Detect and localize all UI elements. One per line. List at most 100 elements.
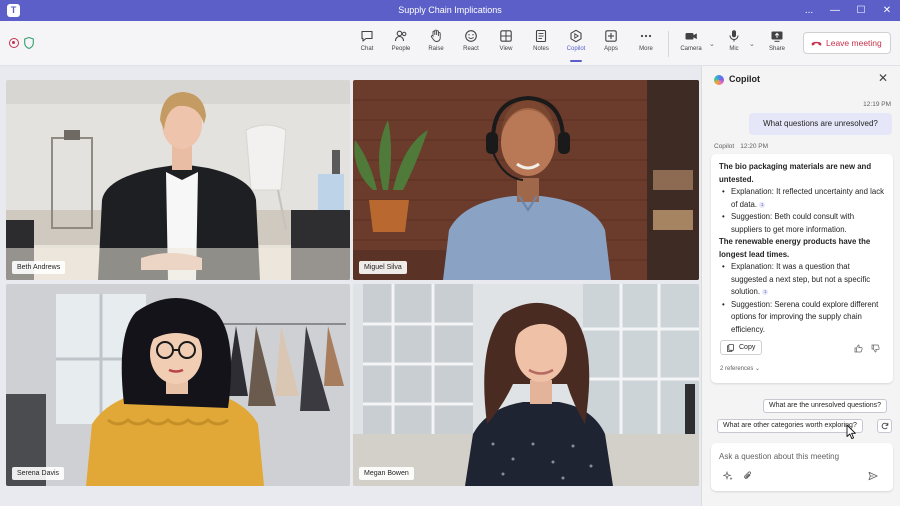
- answer-bullet-list: Explanation: It reflected uncertainty an…: [719, 186, 887, 236]
- toolbar-label: Mic: [729, 46, 739, 52]
- window-title-bar: T Supply Chain Implications ... — ☐ ✕: [0, 0, 900, 21]
- toolbar-react-button[interactable]: React: [454, 27, 488, 61]
- toolbar-camera-button[interactable]: Camera: [674, 27, 708, 61]
- window-close-icon[interactable]: ✕: [874, 0, 900, 21]
- react-smiley-icon: [465, 30, 477, 42]
- copy-icon: [727, 344, 734, 352]
- citation-marker[interactable]: 1: [759, 201, 766, 208]
- close-icon[interactable]: ✕: [878, 71, 888, 85]
- recording-icon[interactable]: [9, 38, 19, 48]
- toolbar-label: More: [639, 46, 653, 52]
- copilot-icon: [570, 29, 582, 43]
- leave-meeting-button[interactable]: Leave meeting: [803, 32, 891, 54]
- toolbar-more-button[interactable]: More: [629, 27, 663, 61]
- suggestion-chip[interactable]: What are other categories worth explorin…: [717, 419, 863, 433]
- participant-tile-serena[interactable]: Serena Davis: [6, 284, 350, 486]
- copilot-panel-title: Copilot: [729, 74, 760, 84]
- answer-bullet-list: Explanation: It was a question that sugg…: [719, 261, 887, 336]
- share-screen-icon: [771, 31, 783, 42]
- toolbar-copilot-button[interactable]: Copilot: [559, 27, 593, 62]
- answer-heading: The renewable energy products have the l…: [719, 237, 871, 259]
- toolbar-label: People: [391, 46, 411, 52]
- citation-marker[interactable]: 1: [762, 289, 769, 295]
- thumbs-up-icon[interactable]: [854, 344, 863, 353]
- window-more-icon[interactable]: ...: [796, 0, 822, 21]
- attach-paperclip-icon[interactable]: [743, 471, 753, 481]
- mic-options-chevron-icon[interactable]: ⌄: [749, 40, 755, 48]
- toolbar-divider: [668, 31, 669, 57]
- window-maximize-icon[interactable]: ☐: [848, 0, 874, 21]
- compose-box: [711, 443, 893, 491]
- toolbar-share-button[interactable]: Share: [760, 27, 794, 61]
- raise-hand-icon: [430, 29, 441, 42]
- toolbar-raise-button[interactable]: Raise: [419, 27, 453, 61]
- toolbar-label: Share: [768, 46, 785, 52]
- video-stage: Beth Andrews Miguel Silva Serena Davis M…: [0, 66, 700, 506]
- copy-button[interactable]: Copy: [720, 340, 762, 355]
- shield-icon[interactable]: [24, 37, 34, 49]
- window-minimize-icon[interactable]: —: [822, 0, 848, 21]
- apps-plus-icon: [605, 30, 617, 42]
- toolbar-label: Notes: [533, 46, 549, 52]
- answer-heading: The bio packaging materials are new and …: [719, 162, 872, 184]
- refresh-suggestions-button[interactable]: [877, 419, 892, 433]
- thumbs-down-icon[interactable]: [871, 344, 880, 353]
- toolbar-chat-button[interactable]: Chat: [350, 27, 384, 61]
- view-grid-icon: [500, 30, 512, 42]
- meeting-toolbar: Chat People Raise React View Notes Copil…: [0, 21, 900, 66]
- participant-name: Beth Andrews: [12, 261, 66, 274]
- toolbar-mic-button[interactable]: Mic: [717, 27, 751, 61]
- answer-bullet-text: Explanation: It was a question that sugg…: [731, 262, 871, 296]
- copilot-message-timestamp: 12:20 PM: [740, 143, 769, 150]
- camera-options-chevron-icon[interactable]: ⌄: [709, 40, 715, 48]
- participant-video: [6, 80, 350, 280]
- copilot-logo-icon: [714, 75, 724, 85]
- copilot-panel-header: Copilot ✕: [702, 66, 900, 94]
- participant-video: [6, 284, 350, 486]
- chevron-down-icon: ⌄: [755, 366, 761, 372]
- copy-label: Copy: [739, 344, 756, 351]
- copilot-author: Copilot: [714, 143, 735, 150]
- toolbar-label: View: [499, 46, 513, 52]
- participant-tile-miguel[interactable]: Miguel Silva: [353, 80, 699, 280]
- toolbar-label: Copilot: [566, 46, 586, 52]
- toolbar-label: React: [463, 46, 479, 52]
- references-toggle[interactable]: 2 references ⌄: [720, 363, 760, 376]
- answer-bullet-text: Explanation: It reflected uncertainty an…: [731, 187, 884, 209]
- toolbar-notes-button[interactable]: Notes: [524, 27, 558, 61]
- participant-tile-megan[interactable]: Megan Bowen: [353, 284, 699, 486]
- copilot-message-meta: Copilot 12:20 PM: [714, 143, 768, 150]
- refresh-icon: [881, 422, 889, 430]
- participant-video: [353, 284, 699, 486]
- mic-icon: [729, 30, 739, 42]
- answer-bullet: Suggestion: Beth could consult with supp…: [719, 211, 887, 236]
- chat-icon: [361, 30, 373, 42]
- toolbar-label: Apps: [604, 46, 618, 52]
- send-icon[interactable]: [868, 471, 878, 481]
- more-dots-icon: [640, 34, 652, 38]
- leave-meeting-label: Leave meeting: [826, 38, 882, 48]
- answer-bullet: Explanation: It was a question that sugg…: [719, 261, 887, 299]
- notes-icon: [535, 29, 547, 43]
- toolbar-apps-button[interactable]: Apps: [594, 27, 628, 61]
- participant-name: Megan Bowen: [359, 467, 414, 480]
- participant-name: Miguel Silva: [359, 261, 407, 274]
- phone-hangup-icon: [811, 41, 822, 46]
- participant-tile-beth[interactable]: Beth Andrews: [6, 80, 350, 280]
- toolbar-label: Raise: [428, 46, 444, 52]
- stage-bottom-bar: [0, 487, 700, 506]
- window-title: Supply Chain Implications: [398, 5, 502, 15]
- people-icon: [394, 30, 407, 42]
- participant-video: [353, 80, 699, 280]
- answer-bullet: Explanation: It reflected uncertainty an…: [719, 186, 887, 211]
- suggestion-chip[interactable]: What are the unresolved questions?: [763, 399, 888, 413]
- toolbar-people-button[interactable]: People: [384, 27, 418, 61]
- sparkle-prompts-icon[interactable]: [723, 471, 733, 481]
- toolbar-label: Camera: [680, 46, 702, 52]
- ask-question-input[interactable]: [719, 449, 869, 463]
- participant-name: Serena Davis: [12, 467, 65, 480]
- answer-bullet: Suggestion: Serena could explore differe…: [719, 299, 887, 337]
- toolbar-label: Chat: [360, 46, 374, 52]
- toolbar-view-button[interactable]: View: [489, 27, 523, 61]
- user-message-timestamp: 12:19 PM: [863, 101, 891, 108]
